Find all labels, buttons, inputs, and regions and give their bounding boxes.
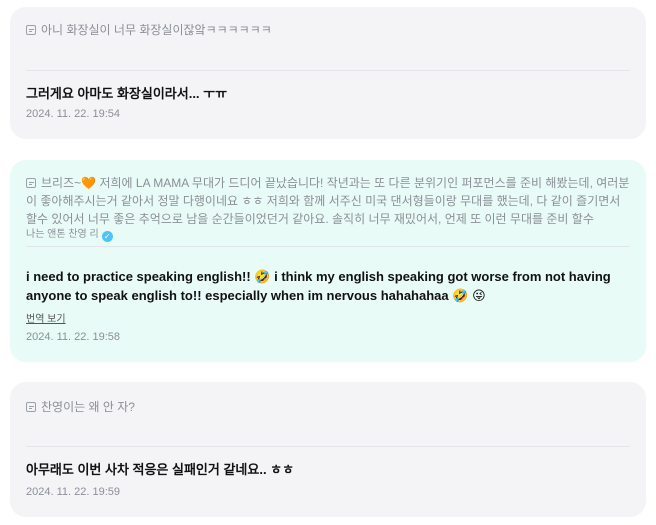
quoted-text: 아니 화장실이 너무 화장실이잖앜ㅋㅋㅋㅋㅋㅋ <box>41 23 272 37</box>
message-card: 브리즈~🧡 저희에 LA MAMA 무대가 드디어 끝났습니다! 작년과는 또 … <box>10 160 646 362</box>
divider <box>26 70 630 71</box>
quoted-text: 찬영이는 왜 안 자? <box>41 400 135 414</box>
timestamp: 2024. 11. 22. 19:54 <box>26 108 120 120</box>
author-name: 나는 앤톤 찬영 리 <box>26 229 99 240</box>
quote-icon <box>26 402 36 412</box>
reply-text: i need to practice speaking english!! 🤣 … <box>26 267 630 305</box>
orange-heart-icon: 🧡 <box>81 176 97 190</box>
reply-text: 그러게요 아마도 화장실이라서... ㅜㅠ <box>26 86 228 101</box>
rofl-emoji: 🤣 <box>254 269 271 284</box>
translate-link[interactable]: 번역 보기 <box>26 310 66 325</box>
timestamp: 2024. 11. 22. 19:59 <box>26 486 120 498</box>
quoted-author: 나는 앤톤 찬영 리 ✓ <box>26 225 113 242</box>
quoted-question: 아니 화장실이 너무 화장실이잖앜ㅋㅋㅋㅋㅋㅋ <box>26 21 630 39</box>
message-card: 아니 화장실이 너무 화장실이잖앜ㅋㅋㅋㅋㅋㅋ 그러게요 아마도 화장실이라서.… <box>10 7 646 139</box>
message-card: 찬영이는 왜 안 자? 아무래도 이번 사차 적응은 실패인거 같네요.. ㅎㅎ… <box>10 382 646 517</box>
quoted-text: 저희에 LA MAMA 무대가 드디어 끝났습니다! 작년과는 또 다른 분위기… <box>26 176 630 226</box>
rofl-emoji: 🤣 <box>452 288 469 303</box>
timestamp: 2024. 11. 22. 19:58 <box>26 331 120 343</box>
reply-text: 아무래도 이번 사차 적응은 실패인거 같네요.. ㅎㅎ <box>26 462 295 477</box>
divider <box>26 446 630 447</box>
message-feed: 아니 화장실이 너무 화장실이잖앜ㅋㅋㅋㅋㅋㅋ 그러게요 아마도 화장실이라서.… <box>0 0 656 525</box>
quoted-post: 브리즈~🧡 저희에 LA MAMA 무대가 드디어 끝났습니다! 작년과는 또 … <box>26 174 630 228</box>
quoted-prefix: 브리즈~ <box>41 176 82 190</box>
divider <box>26 246 630 247</box>
quoted-question: 찬영이는 왜 안 자? <box>26 398 630 416</box>
reply-part-1: i need to practice speaking english!! <box>26 269 251 284</box>
quote-icon <box>26 25 36 35</box>
quote-icon <box>26 178 36 188</box>
winking-tongue-emoji: 😜 <box>472 288 486 303</box>
verified-icon: ✓ <box>101 231 113 242</box>
